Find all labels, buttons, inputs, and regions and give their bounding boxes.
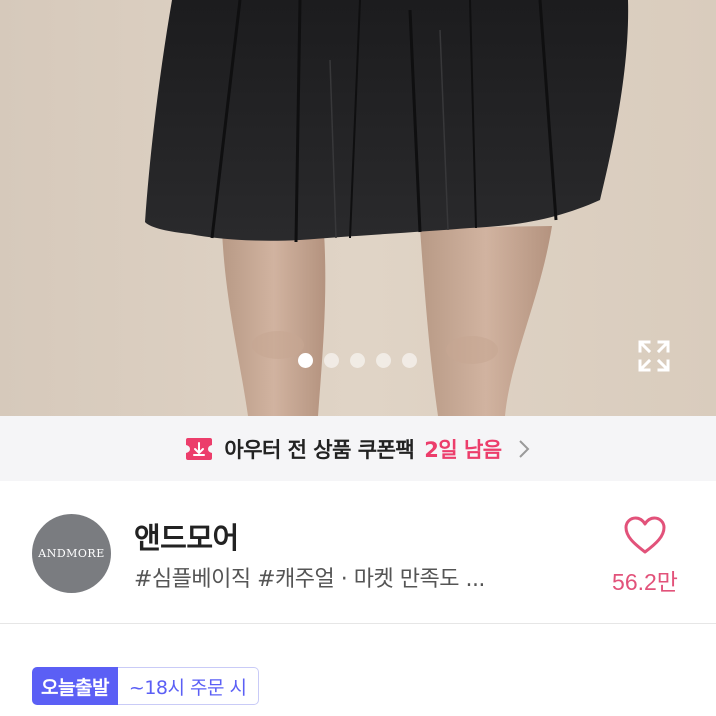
store-like-button[interactable]: 56.2만 [600, 515, 690, 597]
store-avatar[interactable]: ANDMORE [32, 514, 111, 593]
section-divider [0, 623, 716, 624]
chevron-right-icon [518, 439, 530, 458]
store-name[interactable]: 앤드모어 [134, 515, 239, 557]
coupon-remaining-days: 2일 남음 [424, 437, 502, 462]
pagination-dot[interactable] [350, 353, 365, 368]
store-tags: #심플베이직 #캐주얼 · 마켓 만족도 ... [134, 567, 485, 592]
product-image-gallery[interactable] [0, 0, 716, 416]
coupon-banner-text: 아우터 전 상품 쿠폰팩 [224, 437, 415, 462]
shipping-condition: ~18시 주문 시 [117, 667, 259, 705]
store-logo-text: ANDMORE [38, 547, 105, 560]
coupon-ticket-icon [186, 437, 213, 460]
same-day-shipping-badge: 오늘출발 [32, 667, 118, 705]
pagination-dot[interactable] [402, 353, 417, 368]
shipping-info: 오늘출발 ~18시 주문 시 [32, 667, 259, 705]
heart-icon [624, 516, 666, 554]
product-page: 아우터 전 상품 쿠폰팩 2일 남음 ANDMORE 앤드모어 #심플베이직 #… [0, 0, 716, 716]
pagination-dot[interactable] [376, 353, 391, 368]
coupon-banner[interactable]: 아우터 전 상품 쿠폰팩 2일 남음 [0, 416, 716, 481]
like-count: 56.2만 [612, 569, 678, 595]
expand-icon[interactable] [636, 338, 672, 374]
pagination-dot[interactable] [324, 353, 339, 368]
gallery-pagination [298, 353, 417, 368]
store-info: ANDMORE 앤드모어 #심플베이직 #캐주얼 · 마켓 만족도 ... 56… [0, 481, 716, 623]
pagination-dot[interactable] [298, 353, 313, 368]
